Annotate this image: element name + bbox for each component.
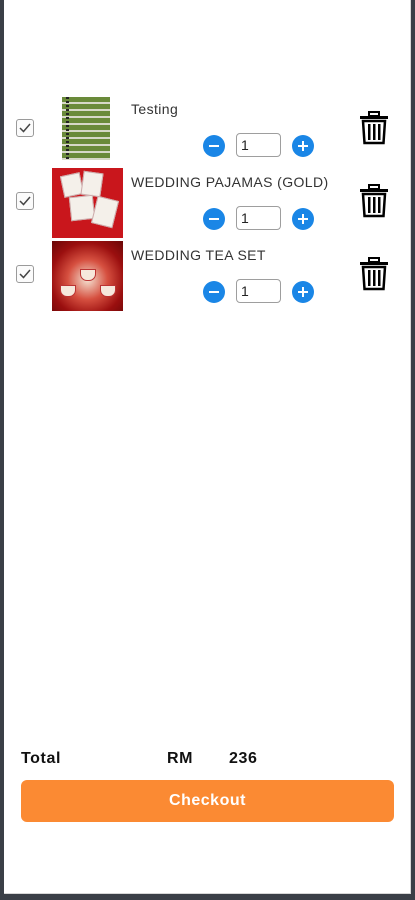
checkbox-checked-icon — [19, 123, 31, 133]
item-checkbox[interactable] — [16, 265, 34, 283]
checkbox-checked-icon — [19, 269, 31, 279]
quantity-input[interactable] — [236, 206, 281, 230]
product-image[interactable] — [52, 168, 123, 238]
cart-screen: Testing WEDDING — [4, 0, 411, 894]
checkout-button[interactable]: Checkout — [21, 780, 394, 822]
product-name: WEDDING PAJAMAS (GOLD) — [131, 174, 329, 190]
increase-quantity-button[interactable] — [292, 135, 314, 157]
total-row: Total RM 236 — [4, 750, 410, 772]
item-checkbox[interactable] — [16, 192, 34, 210]
cart-item: Testing — [4, 95, 410, 168]
product-name: Testing — [131, 101, 179, 117]
decrease-quantity-button[interactable] — [203, 281, 225, 303]
currency-label: RM — [167, 750, 194, 767]
trash-icon[interactable] — [359, 184, 389, 218]
total-amount: 236 — [229, 750, 258, 767]
cart-list: Testing WEDDING — [4, 95, 410, 314]
quantity-input[interactable] — [236, 279, 281, 303]
quantity-input[interactable] — [236, 133, 281, 157]
checkbox-checked-icon — [19, 196, 31, 206]
decrease-quantity-button[interactable] — [203, 135, 225, 157]
trash-icon[interactable] — [359, 111, 389, 145]
decrease-quantity-button[interactable] — [203, 208, 225, 230]
product-image[interactable] — [52, 241, 123, 311]
item-checkbox[interactable] — [16, 119, 34, 137]
trash-icon[interactable] — [359, 257, 389, 291]
increase-quantity-button[interactable] — [292, 281, 314, 303]
cart-item: WEDDING PAJAMAS (GOLD) — [4, 168, 410, 241]
increase-quantity-button[interactable] — [292, 208, 314, 230]
cart-item: WEDDING TEA SET — [4, 241, 410, 314]
product-image[interactable] — [52, 95, 123, 165]
product-name: WEDDING TEA SET — [131, 247, 266, 263]
total-label: Total — [21, 750, 62, 767]
